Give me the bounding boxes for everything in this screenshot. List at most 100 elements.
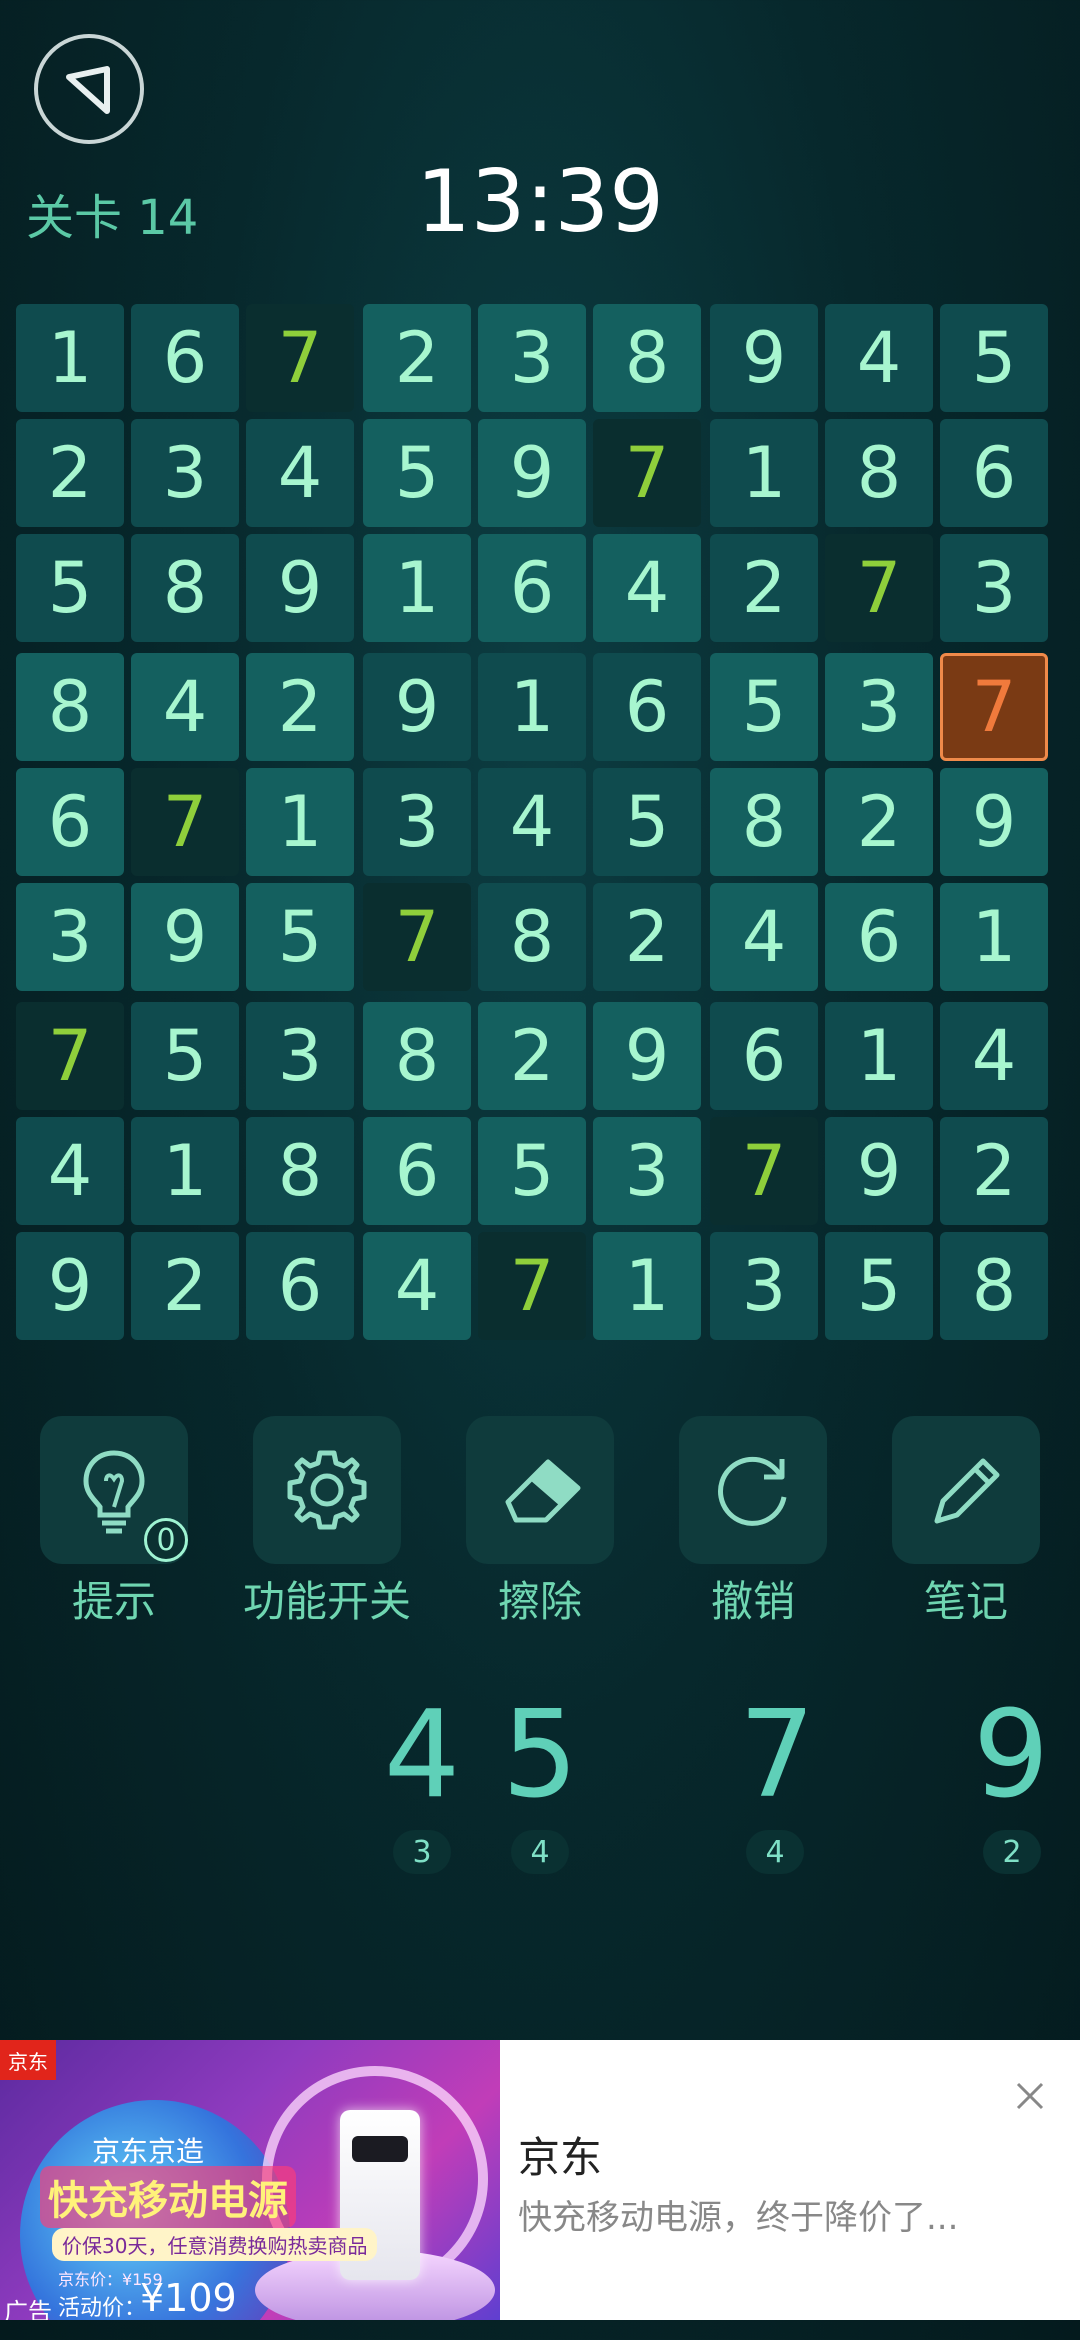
- sudoku-cell[interactable]: 3: [710, 1232, 818, 1340]
- sudoku-cell[interactable]: 6: [593, 653, 701, 761]
- sudoku-cell[interactable]: 2: [940, 1117, 1048, 1225]
- sudoku-cell[interactable]: 3: [825, 653, 933, 761]
- sudoku-cell[interactable]: 1: [16, 304, 124, 412]
- sudoku-cell[interactable]: 4: [825, 304, 933, 412]
- sudoku-cell[interactable]: 4: [16, 1117, 124, 1225]
- sudoku-cell[interactable]: 5: [363, 419, 471, 527]
- number-7-button[interactable]: 7: [722, 1686, 832, 1825]
- sudoku-cell[interactable]: 6: [16, 768, 124, 876]
- sudoku-cell[interactable]: 9: [16, 1232, 124, 1340]
- sudoku-cell[interactable]: 8: [478, 883, 586, 991]
- sudoku-cell[interactable]: 1: [825, 1002, 933, 1110]
- sudoku-cell[interactable]: 6: [478, 534, 586, 642]
- sudoku-cell[interactable]: 8: [940, 1232, 1048, 1340]
- sudoku-cell[interactable]: 1: [131, 1117, 239, 1225]
- undo-button[interactable]: [679, 1416, 827, 1564]
- ad-image-sale-label: 活动价：: [58, 2296, 147, 2320]
- sudoku-cell[interactable]: 5: [710, 653, 818, 761]
- sudoku-cell[interactable]: 3: [246, 1002, 354, 1110]
- sudoku-cell[interactable]: 2: [593, 883, 701, 991]
- sudoku-cell[interactable]: 5: [131, 1002, 239, 1110]
- sudoku-cell[interactable]: 4: [363, 1232, 471, 1340]
- sudoku-cell[interactable]: 9: [825, 1117, 933, 1225]
- sudoku-cell[interactable]: 5: [593, 768, 701, 876]
- settings-toggle-button[interactable]: [253, 1416, 401, 1564]
- sudoku-cell[interactable]: 7: [246, 304, 354, 412]
- sudoku-cell[interactable]: 5: [478, 1117, 586, 1225]
- sudoku-cell[interactable]: 4: [246, 419, 354, 527]
- sudoku-cell[interactable]: 5: [825, 1232, 933, 1340]
- erase-button[interactable]: [466, 1416, 614, 1564]
- sudoku-cell[interactable]: 7: [825, 534, 933, 642]
- sudoku-cell[interactable]: 2: [246, 653, 354, 761]
- sudoku-cell[interactable]: 4: [478, 768, 586, 876]
- sudoku-cell[interactable]: 6: [940, 419, 1048, 527]
- sudoku-cell[interactable]: 8: [131, 534, 239, 642]
- sudoku-cell[interactable]: 1: [478, 653, 586, 761]
- sudoku-cell[interactable]: 8: [710, 768, 818, 876]
- sudoku-cell[interactable]: 1: [940, 883, 1048, 991]
- sudoku-cell[interactable]: 2: [478, 1002, 586, 1110]
- sudoku-cell[interactable]: 6: [246, 1232, 354, 1340]
- sudoku-cell[interactable]: 7: [710, 1117, 818, 1225]
- ad-image-brand: 京东京造: [92, 2135, 205, 2168]
- sudoku-cell[interactable]: 8: [593, 304, 701, 412]
- sudoku-cell[interactable]: 4: [593, 534, 701, 642]
- sudoku-cell[interactable]: 3: [16, 883, 124, 991]
- sudoku-cell[interactable]: 7: [131, 768, 239, 876]
- sudoku-cell[interactable]: 5: [16, 534, 124, 642]
- number-9-button[interactable]: 9: [956, 1686, 1066, 1825]
- sudoku-cell[interactable]: 4: [940, 1002, 1048, 1110]
- sudoku-cell[interactable]: 8: [246, 1117, 354, 1225]
- ad-image[interactable]: 京东 京东京造 快充移动电源 价保30天，任意消费换购热卖商品 京东价：¥159…: [0, 2040, 500, 2320]
- sudoku-cell[interactable]: 1: [593, 1232, 701, 1340]
- sudoku-cell[interactable]: 5: [940, 304, 1048, 412]
- sudoku-cell[interactable]: 2: [131, 1232, 239, 1340]
- sudoku-cell[interactable]: 2: [363, 304, 471, 412]
- sudoku-cell[interactable]: 9: [710, 304, 818, 412]
- sudoku-cell[interactable]: 5: [246, 883, 354, 991]
- sudoku-cell[interactable]: 9: [246, 534, 354, 642]
- sudoku-cell[interactable]: 2: [710, 534, 818, 642]
- sudoku-cell[interactable]: 8: [363, 1002, 471, 1110]
- number-5-button[interactable]: 5: [485, 1686, 595, 1825]
- sudoku-cell[interactable]: 9: [940, 768, 1048, 876]
- sudoku-cell[interactable]: 9: [363, 653, 471, 761]
- sudoku-cell[interactable]: 4: [131, 653, 239, 761]
- sudoku-cell[interactable]: 3: [131, 419, 239, 527]
- sudoku-cell[interactable]: 1: [710, 419, 818, 527]
- sudoku-cell[interactable]: 7: [593, 419, 701, 527]
- sudoku-cell[interactable]: 4: [710, 883, 818, 991]
- lightbulb-icon: [83, 1450, 145, 1534]
- sudoku-cell[interactable]: 9: [593, 1002, 701, 1110]
- sudoku-cell[interactable]: 8: [825, 419, 933, 527]
- number-9-remaining: 2: [983, 1830, 1041, 1874]
- sudoku-cell[interactable]: 8: [16, 653, 124, 761]
- sudoku-cell[interactable]: 9: [131, 883, 239, 991]
- sudoku-cell[interactable]: 3: [478, 304, 586, 412]
- ad-close-icon[interactable]: [1010, 2076, 1050, 2116]
- sudoku-cell[interactable]: 3: [940, 534, 1048, 642]
- sudoku-cell[interactable]: 7: [16, 1002, 124, 1110]
- sudoku-cell[interactable]: 7: [478, 1232, 586, 1340]
- undo-icon: [718, 1456, 787, 1526]
- sudoku-cell[interactable]: 7: [940, 653, 1048, 761]
- sudoku-cell[interactable]: 2: [16, 419, 124, 527]
- notes-button[interactable]: [892, 1416, 1040, 1564]
- sudoku-cell[interactable]: 1: [246, 768, 354, 876]
- sudoku-cell[interactable]: 3: [593, 1117, 701, 1225]
- undo-label: 撤销: [710, 1577, 795, 1626]
- sudoku-cell[interactable]: 2: [825, 768, 933, 876]
- back-button[interactable]: [34, 34, 144, 144]
- sudoku-cell[interactable]: 1: [363, 534, 471, 642]
- ad-banner[interactable]: 京东 京东京造 快充移动电源 价保30天，任意消费换购热卖商品 京东价：¥159…: [0, 2040, 1080, 2320]
- sudoku-cell[interactable]: 9: [478, 419, 586, 527]
- number-4-button[interactable]: 4: [367, 1686, 477, 1825]
- sudoku-cell[interactable]: 3: [363, 768, 471, 876]
- sudoku-cell[interactable]: 6: [131, 304, 239, 412]
- sudoku-cell[interactable]: 6: [825, 883, 933, 991]
- ad-mark-label: 广告: [4, 2298, 52, 2320]
- sudoku-cell[interactable]: 7: [363, 883, 471, 991]
- sudoku-cell[interactable]: 6: [363, 1117, 471, 1225]
- sudoku-cell[interactable]: 6: [710, 1002, 818, 1110]
